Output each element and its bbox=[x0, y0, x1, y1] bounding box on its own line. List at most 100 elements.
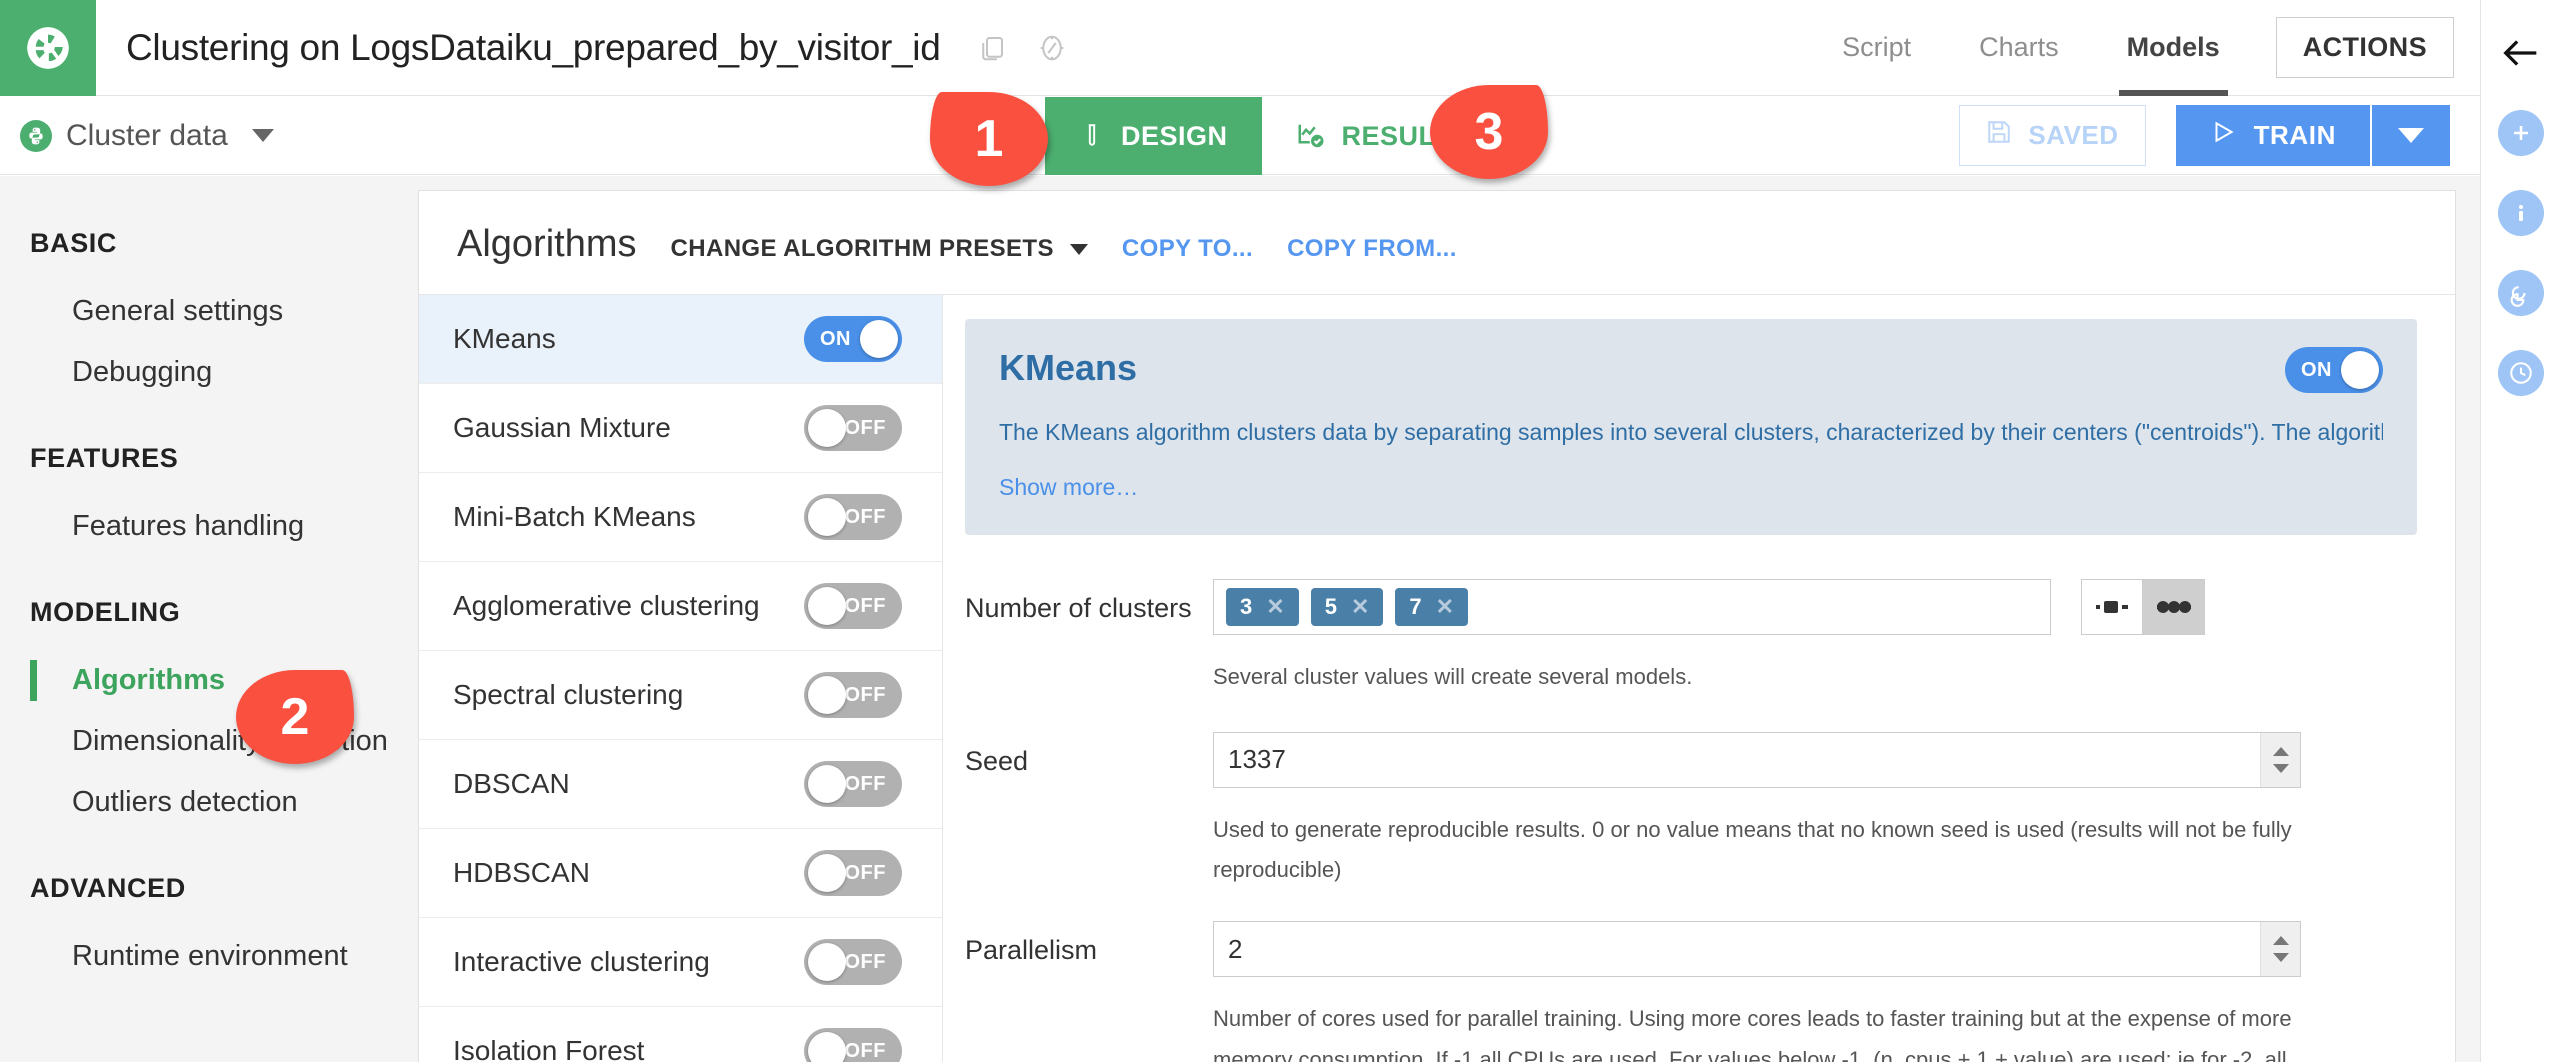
plus-icon[interactable] bbox=[2498, 110, 2544, 156]
save-disk-icon bbox=[1986, 119, 2012, 152]
algorithm-toggle[interactable]: OFF bbox=[804, 672, 902, 718]
algorithm-toggle[interactable]: OFF bbox=[804, 1028, 902, 1062]
algorithm-toggle[interactable]: OFF bbox=[804, 583, 902, 629]
chevron-up-icon[interactable] bbox=[2273, 747, 2289, 756]
algorithm-row-mini-batch-kmeans[interactable]: Mini-Batch KMeans OFF bbox=[419, 473, 942, 562]
tab-charts[interactable]: Charts bbox=[1945, 0, 2093, 96]
callout-2: 2 bbox=[236, 670, 354, 764]
sidebar-item-outliers-detection[interactable]: Outliers detection bbox=[0, 772, 418, 833]
tab-design[interactable]: DESIGN bbox=[1045, 97, 1262, 175]
sub-toolbar: Cluster data DESIGN bbox=[0, 97, 2480, 175]
seed-stepper[interactable] bbox=[2260, 733, 2300, 787]
page-title: Clustering on LogsDataiku_prepared_by_vi… bbox=[126, 27, 941, 69]
algorithm-list: KMeans ON Gaussian Mixture OFF bbox=[419, 295, 943, 1062]
chevron-down-icon[interactable] bbox=[252, 129, 274, 142]
seed-input[interactable]: 1337 bbox=[1213, 732, 2301, 788]
toggle-knob bbox=[808, 409, 846, 447]
multiple-values-icon[interactable] bbox=[2143, 579, 2205, 635]
algorithm-row-agglomerative-clustering[interactable]: Agglomerative clustering OFF bbox=[419, 562, 942, 651]
chevron-down-icon[interactable] bbox=[2273, 953, 2289, 962]
chevron-down-icon[interactable] bbox=[2273, 764, 2289, 773]
algorithm-row-isolation-forest[interactable]: Isolation Forest OFF bbox=[419, 1007, 942, 1062]
close-icon[interactable]: ✕ bbox=[1436, 594, 1454, 620]
preset-label: CHANGE ALGORITHM PRESETS bbox=[671, 235, 1054, 263]
parallelism-input[interactable]: 2 bbox=[1213, 921, 2301, 977]
phase-tab-group: DESIGN RESULT bbox=[1045, 97, 1485, 175]
close-icon[interactable]: ✕ bbox=[1351, 594, 1369, 620]
change-algorithm-presets-button[interactable]: CHANGE ALGORITHM PRESETS bbox=[671, 235, 1088, 263]
copy-icon[interactable] bbox=[977, 33, 1007, 63]
algorithms-card: Algorithms CHANGE ALGORITHM PRESETS COPY… bbox=[418, 190, 2456, 1062]
algorithm-name: Agglomerative clustering bbox=[453, 590, 760, 622]
tab-design-label: DESIGN bbox=[1121, 121, 1228, 152]
field-help: Used to generate reproducible results. 0… bbox=[1213, 810, 2303, 891]
toggle-knob bbox=[808, 498, 846, 536]
sidebar-section-modeling: MODELING bbox=[0, 597, 418, 628]
field-control: 1337 Used to generate reproducible resul… bbox=[1213, 732, 2417, 891]
algorithm-name: HDBSCAN bbox=[453, 857, 590, 889]
info-icon[interactable] bbox=[2498, 190, 2544, 236]
field-label: Number of clusters bbox=[965, 579, 1213, 624]
play-icon bbox=[2210, 119, 2236, 152]
algorithm-toggle[interactable]: ON bbox=[804, 316, 902, 362]
compass-icon[interactable] bbox=[1037, 33, 1067, 63]
copy-from-link[interactable]: COPY FROM... bbox=[1287, 235, 1457, 263]
algorithm-toggle[interactable]: OFF bbox=[804, 939, 902, 985]
algorithm-row-kmeans[interactable]: KMeans ON bbox=[419, 295, 942, 384]
breadcrumb-label: Cluster data bbox=[66, 119, 228, 153]
cluster-chip[interactable]: 3 ✕ bbox=[1226, 588, 1299, 626]
chat-icon[interactable] bbox=[2498, 270, 2544, 316]
algorithm-row-dbscan[interactable]: DBSCAN OFF bbox=[419, 740, 942, 829]
dataiku-logo-icon[interactable] bbox=[0, 0, 96, 96]
train-dropdown-button[interactable] bbox=[2372, 105, 2450, 166]
algorithm-toggle[interactable]: OFF bbox=[804, 850, 902, 896]
algorithm-row-gaussian-mixture[interactable]: Gaussian Mixture OFF bbox=[419, 384, 942, 473]
algorithm-toggle[interactable]: OFF bbox=[804, 405, 902, 451]
toggle-knob bbox=[808, 587, 846, 625]
save-button[interactable]: SAVED bbox=[1959, 105, 2145, 166]
algorithm-toggle[interactable]: OFF bbox=[804, 761, 902, 807]
detail-toggle[interactable]: ON bbox=[2285, 347, 2383, 393]
sidebar-item-debugging[interactable]: Debugging bbox=[0, 342, 418, 403]
sidebar-item-algorithms[interactable]: Algorithms bbox=[0, 650, 418, 711]
close-icon[interactable]: ✕ bbox=[1266, 594, 1284, 620]
algorithm-row-interactive-clustering[interactable]: Interactive clustering OFF bbox=[419, 918, 942, 1007]
train-button[interactable]: TRAIN bbox=[2176, 105, 2370, 166]
card-title: Algorithms bbox=[457, 223, 637, 266]
chevron-down-icon bbox=[2398, 128, 2424, 143]
chevron-up-icon[interactable] bbox=[2273, 936, 2289, 945]
algorithm-toggle[interactable]: OFF bbox=[804, 494, 902, 540]
breadcrumb[interactable]: Cluster data bbox=[20, 119, 274, 153]
toggle-knob bbox=[808, 943, 846, 981]
field-control: 3 ✕ 5 ✕ 7 ✕ bbox=[1213, 579, 2417, 698]
actions-button[interactable]: ACTIONS bbox=[2276, 17, 2454, 78]
cluster-chip[interactable]: 7 ✕ bbox=[1395, 588, 1468, 626]
test-tube-icon bbox=[1079, 121, 1105, 151]
detail-title: KMeans bbox=[999, 347, 2383, 389]
sidebar-item-runtime-environment[interactable]: Runtime environment bbox=[0, 926, 418, 987]
top-navigation: Script Charts Models ACTIONS bbox=[1808, 0, 2480, 96]
show-more-link[interactable]: Show more… bbox=[999, 474, 2383, 501]
toolbar-actions: SAVED TRAIN bbox=[1959, 105, 2480, 166]
single-value-icon[interactable] bbox=[2081, 579, 2143, 635]
copy-to-link[interactable]: COPY TO... bbox=[1122, 235, 1253, 263]
toggle-knob bbox=[2341, 351, 2379, 389]
back-arrow-icon[interactable] bbox=[2498, 30, 2544, 76]
chevron-down-icon bbox=[1070, 244, 1088, 255]
parallelism-value: 2 bbox=[1228, 934, 1242, 965]
tab-models[interactable]: Models bbox=[2093, 0, 2254, 96]
algorithm-row-hdbscan[interactable]: HDBSCAN OFF bbox=[419, 829, 942, 918]
clusters-tag-input[interactable]: 3 ✕ 5 ✕ 7 ✕ bbox=[1213, 579, 2051, 635]
parallelism-stepper[interactable] bbox=[2260, 922, 2300, 976]
app-root: Clustering on LogsDataiku_prepared_by_vi… bbox=[0, 0, 2560, 1062]
callout-1: 1 bbox=[930, 92, 1048, 186]
history-clock-icon[interactable] bbox=[2498, 350, 2544, 396]
tab-script[interactable]: Script bbox=[1808, 0, 1945, 96]
sidebar-item-features-handling[interactable]: Features handling bbox=[0, 496, 418, 557]
sidebar-item-general-settings[interactable]: General settings bbox=[0, 281, 418, 342]
cluster-chip[interactable]: 5 ✕ bbox=[1311, 588, 1384, 626]
python-recipe-icon bbox=[20, 120, 52, 152]
algorithm-row-spectral-clustering[interactable]: Spectral clustering OFF bbox=[419, 651, 942, 740]
sidebar-item-dimensionality-reduction[interactable]: Dimensionality reduction bbox=[0, 711, 418, 772]
callout-number: 2 bbox=[281, 687, 310, 747]
